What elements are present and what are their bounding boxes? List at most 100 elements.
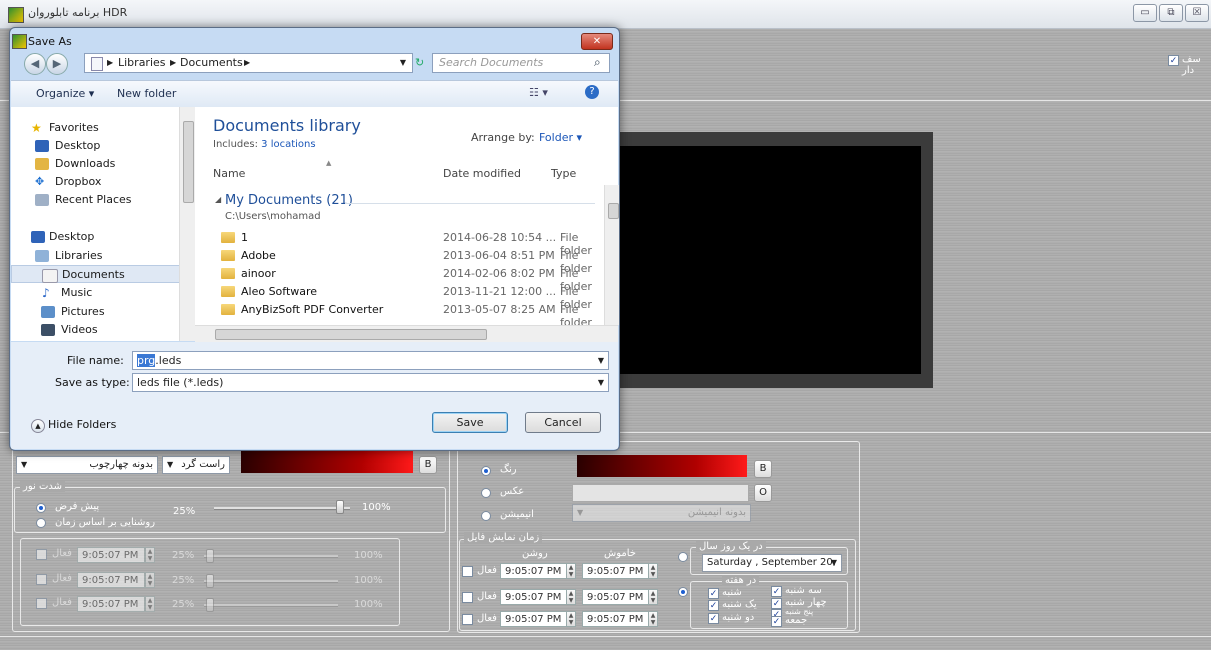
nav-videos[interactable]: Videos (11, 321, 193, 339)
off-time-field[interactable]: 9:05:07 PM (582, 611, 650, 627)
file-name-input[interactable]: prg.leds ▼ (132, 351, 609, 370)
column-date[interactable]: Date modified (443, 167, 521, 180)
on-time-spinner[interactable]: ▲ ▼ (566, 563, 576, 579)
row-active-checkbox[interactable] (36, 574, 47, 585)
breadcrumb-libraries[interactable]: Libraries (118, 54, 166, 72)
day-checkbox-friday[interactable]: ✓ (771, 616, 782, 627)
row-active-checkbox[interactable] (36, 549, 47, 560)
file-row[interactable]: Aleo Software 2013-11-21 12:00 ... File … (217, 283, 607, 311)
help-icon[interactable]: ? (585, 85, 599, 99)
row-active-checkbox[interactable] (36, 598, 47, 609)
arrange-by-dropdown[interactable]: Folder ▾ (539, 131, 582, 144)
day-checkbox-sunday[interactable]: ✓ (708, 600, 719, 611)
off-time-spinner[interactable]: ▲ ▼ (648, 563, 658, 579)
file-row[interactable]: 1 2014-06-28 10:54 ... File folder (217, 229, 607, 257)
row-time-field[interactable]: 9:05:07 PM (77, 596, 145, 612)
on-time-spinner[interactable]: ▲ ▼ (566, 611, 576, 627)
organize-button[interactable]: Organize ▾ (36, 87, 94, 100)
left-color-button[interactable]: B (419, 456, 437, 474)
nav-recent-places[interactable]: Recent Places (11, 191, 193, 209)
file-row[interactable]: ainoor 2014-02-06 8:02 PM File folder (217, 265, 607, 293)
day-checkbox-monday[interactable]: ✓ (708, 613, 719, 624)
close-app-button[interactable]: ☒ (1185, 4, 1209, 22)
animation-dropdown[interactable]: بدونه انیمیشن ▼ (572, 504, 751, 522)
weekly-radio[interactable] (678, 587, 688, 597)
on-time-spinner[interactable]: ▲ ▼ (566, 589, 576, 605)
off-time-spinner[interactable]: ▲ ▼ (648, 589, 658, 605)
column-type[interactable]: Type (551, 167, 576, 180)
direction-dropdown[interactable]: راست گرد ▼ (162, 456, 230, 474)
date-picker[interactable]: Saturday , September 20, ▼ (702, 554, 842, 572)
nav-scrollbar[interactable] (179, 107, 196, 341)
chevron-up-icon[interactable]: ▲ (31, 419, 45, 433)
new-folder-button[interactable]: New folder (117, 87, 176, 100)
nav-downloads[interactable]: Downloads (11, 155, 193, 173)
nav-dropbox[interactable]: ✥ Dropbox (11, 173, 193, 191)
on-time-field[interactable]: 9:05:07 PM (500, 563, 568, 579)
cancel-button[interactable]: Cancel (525, 412, 601, 433)
nav-pictures[interactable]: Pictures (11, 303, 193, 321)
frame-dropdown[interactable]: بدونه چهارچوب ▼ (16, 456, 158, 474)
file-scrollbar-thumb[interactable] (608, 203, 619, 219)
nav-music[interactable]: ♪ Music (11, 284, 193, 302)
save-button[interactable]: Save (432, 412, 508, 433)
dialog-close-button[interactable]: ✕ (581, 33, 613, 50)
day-checkbox-saturday[interactable]: ✓ (708, 588, 719, 599)
row-slider-track[interactable] (204, 555, 338, 558)
file-scrollbar-vertical[interactable] (604, 185, 619, 325)
one-day-radio[interactable] (678, 552, 688, 562)
day-checkbox-tuesday[interactable]: ✓ (771, 586, 782, 597)
nav-documents[interactable]: Documents (11, 265, 193, 283)
column-name[interactable]: Name (213, 167, 245, 180)
file-scrollbar-horizontal[interactable] (195, 325, 618, 342)
row-time-field[interactable]: 9:05:07 PM (77, 572, 145, 588)
image-browse-button[interactable]: O (754, 484, 772, 502)
nav-desktop-fav[interactable]: Desktop (11, 137, 193, 155)
file-row[interactable]: AnyBizSoft PDF Converter 2013-05-07 8:25… (217, 301, 607, 329)
row-time-spinner[interactable]: ▲ ▼ (145, 572, 155, 588)
brightness-slider-thumb[interactable] (336, 500, 344, 514)
color-radio[interactable] (481, 466, 491, 476)
nav-favorites[interactable]: ★ Favorites (11, 119, 193, 137)
off-time-field[interactable]: 9:05:07 PM (582, 589, 650, 605)
row-time-spinner[interactable]: ▲ ▼ (145, 596, 155, 612)
group-title[interactable]: My Documents (21) (225, 193, 353, 208)
animation-radio[interactable] (481, 511, 491, 521)
address-bar[interactable]: ▶ Libraries ▶ Documents ▶ ▼ (84, 53, 413, 73)
day-checkbox-wednesday[interactable]: ✓ (771, 598, 782, 609)
back-icon[interactable]: ◀ (24, 53, 46, 75)
file-row-checkbox[interactable] (462, 592, 473, 603)
row-time-spinner[interactable]: ▲ ▼ (145, 547, 155, 563)
restore-button[interactable]: ⧉ (1159, 4, 1183, 22)
breadcrumb-documents[interactable]: Documents (180, 54, 243, 72)
nav-scrollbar-thumb[interactable] (183, 121, 194, 203)
on-time-field[interactable]: 9:05:07 PM (500, 611, 568, 627)
hide-folders-button[interactable]: Hide Folders (48, 418, 116, 431)
nav-libraries[interactable]: Libraries (11, 247, 193, 265)
forward-icon[interactable]: ▶ (46, 53, 68, 75)
row-slider-thumb[interactable] (206, 598, 214, 612)
off-time-spinner[interactable]: ▲ ▼ (648, 611, 658, 627)
file-row-checkbox[interactable] (462, 614, 473, 625)
save-type-dropdown[interactable]: leds file (*.leds) ▼ (132, 373, 609, 392)
search-input[interactable]: Search Documents (432, 53, 610, 73)
right-color-button[interactable]: B (754, 460, 772, 478)
image-radio[interactable] (481, 488, 491, 498)
file-row-checkbox[interactable] (462, 566, 473, 577)
nav-desktop[interactable]: Desktop (11, 228, 193, 246)
row-slider-track[interactable] (204, 580, 338, 583)
refresh-icon[interactable]: ↻ (415, 56, 424, 69)
includes-locations-link[interactable]: 3 locations (261, 139, 315, 150)
chevron-down-icon[interactable]: ▼ (400, 54, 406, 72)
brightness-slider-track[interactable] (214, 507, 350, 510)
by-time-radio[interactable] (36, 518, 46, 528)
row-time-field[interactable]: 9:05:07 PM (77, 547, 145, 563)
file-row[interactable]: Adobe 2013-06-04 8:51 PM File folder (217, 247, 607, 275)
minimize-button[interactable]: ▭ (1133, 4, 1157, 22)
chevron-down-icon[interactable]: ▼ (598, 352, 604, 369)
h-scrollbar-thumb[interactable] (215, 329, 487, 340)
image-path-field[interactable] (572, 484, 749, 502)
default-radio[interactable] (36, 503, 46, 513)
row-slider-thumb[interactable] (206, 549, 214, 563)
collapse-icon[interactable]: ◢ (215, 195, 221, 204)
